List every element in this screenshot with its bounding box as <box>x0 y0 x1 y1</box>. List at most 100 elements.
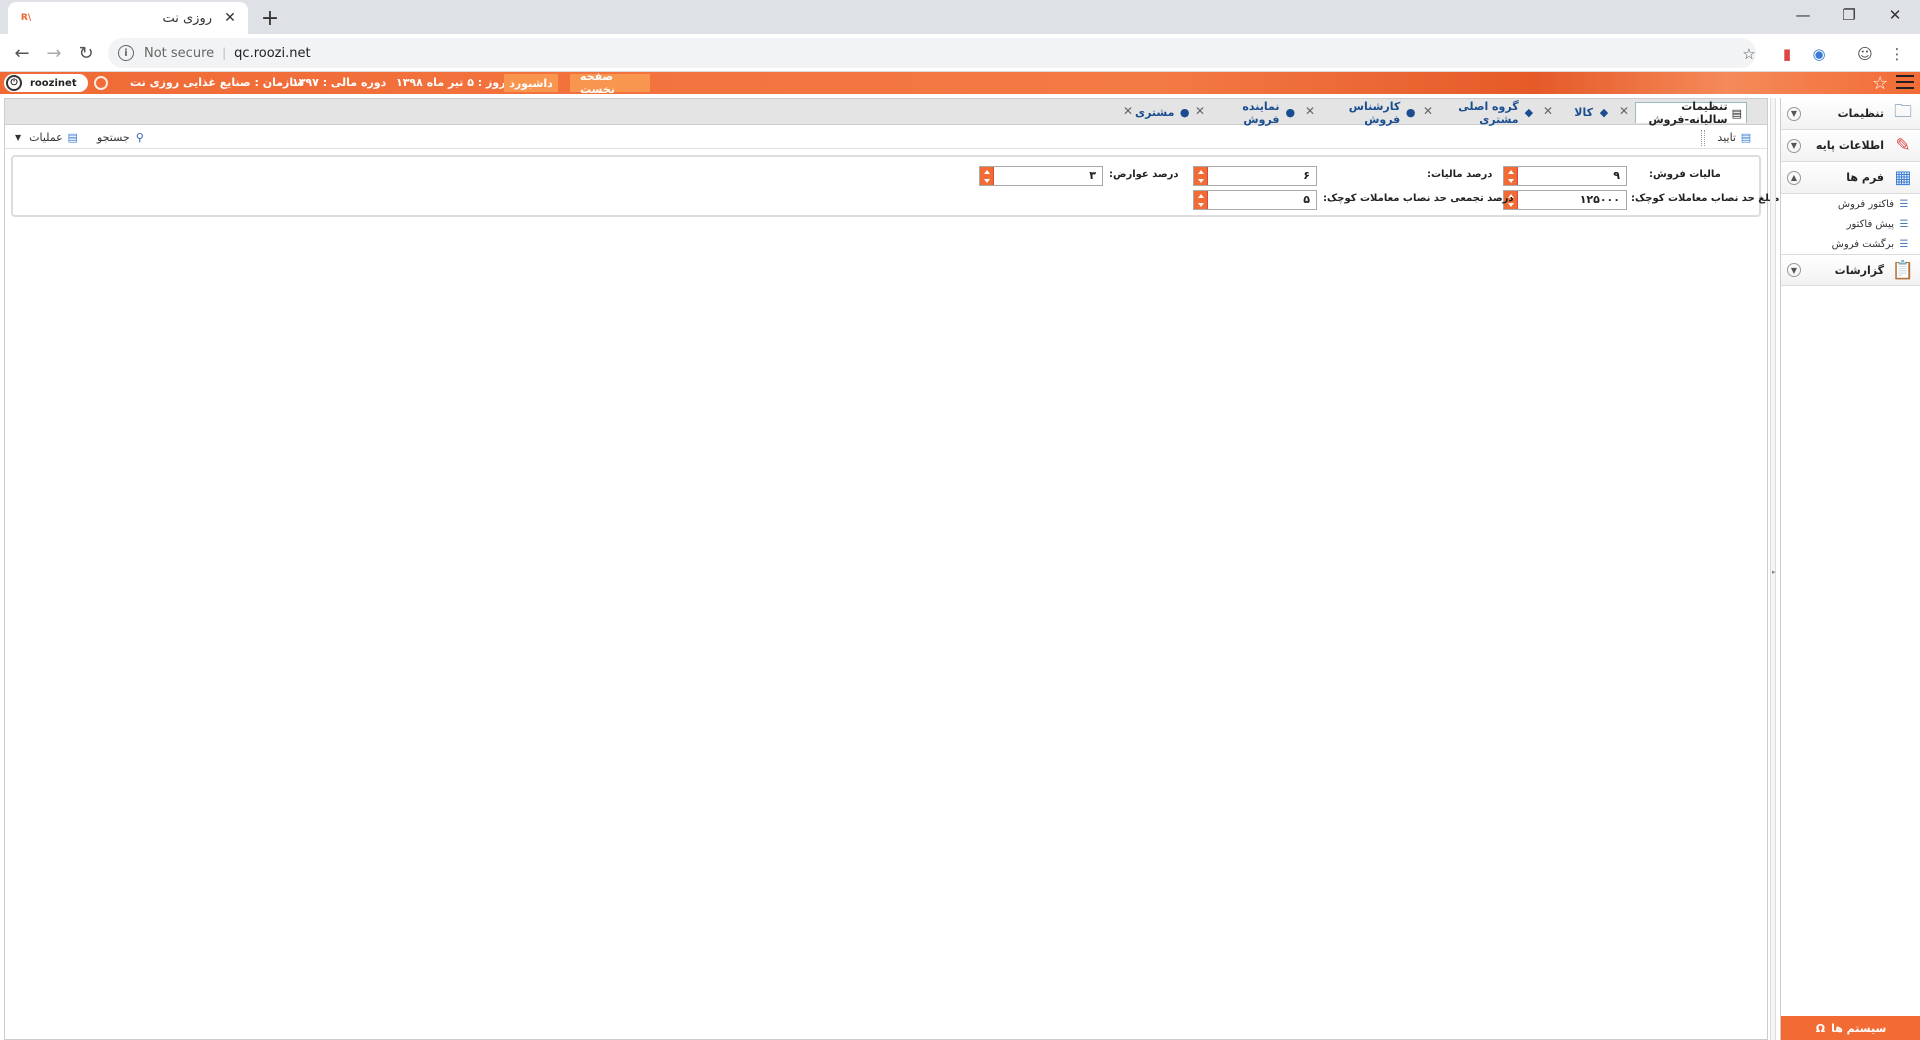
chevron-down-icon[interactable]: ▼ <box>1787 106 1801 121</box>
tax-percent-input[interactable]: ۶ <box>1193 166 1317 186</box>
sidebar-group-label: تنظیمات <box>1837 107 1884 120</box>
close-tab-icon[interactable]: ✕ <box>222 10 238 26</box>
sidebar-group-base-info[interactable]: ✎ اطلاعات پایه ▼ <box>1781 130 1920 162</box>
close-window-icon[interactable]: ✕ <box>1872 0 1918 30</box>
form-tabstrip: ▤ تنظیمات سالیانه-فروش ✕ ◆ کالا ✕ ◆ گروه… <box>5 99 1767 126</box>
close-icon[interactable]: ✕ <box>1195 104 1205 118</box>
browser-tab[interactable]: R\ روزی نت ✕ <box>8 2 248 34</box>
chrome-menu-icon[interactable]: ⋮ <box>1886 43 1908 65</box>
chevron-up-icon[interactable]: ▲ <box>1787 170 1801 185</box>
bookmark-star-icon[interactable]: ☆ <box>1738 43 1760 65</box>
table-icon: ▦ <box>1894 167 1912 188</box>
small-threshold-amount-input[interactable]: ۱۲۵۰۰۰ <box>1503 190 1627 210</box>
forward-icon[interactable]: → <box>40 39 68 67</box>
security-label: Not secure <box>144 45 215 61</box>
cumulative-threshold-input[interactable]: ۵ <box>1193 190 1317 210</box>
sidebar-group-label: اطلاعات پایه <box>1815 139 1884 152</box>
info-icon[interactable]: i <box>118 45 134 61</box>
gear-icon[interactable] <box>94 76 108 90</box>
logo-text: roozinet <box>30 77 77 89</box>
operations-dropdown[interactable]: ▤ عملیات ▼ <box>15 130 80 144</box>
sidebar-item-proforma-invoice[interactable]: ☰ پیش فاکتور <box>1781 214 1920 234</box>
fiscal-period-label: دوره مالی : ۱۳۹۷ <box>292 76 387 89</box>
extension-office-icon[interactable]: ▮ <box>1776 43 1798 65</box>
duties-percent-label: درصد عوارض: <box>1109 169 1179 180</box>
sidebar-item-sales-return[interactable]: ☰ برگشت فروش <box>1781 234 1920 254</box>
close-icon[interactable]: ✕ <box>1123 104 1133 118</box>
tab-label: گروه اصلی مشتری <box>1458 99 1519 126</box>
sidebar-item-label: برگشت فروش <box>1831 238 1894 250</box>
close-icon[interactable]: ✕ <box>1619 104 1629 118</box>
stepper-icon[interactable] <box>980 167 994 185</box>
sidebar-group-reports[interactable]: 📋 گزارشات ▼ <box>1781 254 1920 286</box>
url-text: qc.roozi.net <box>234 45 311 61</box>
systems-icon: Ω <box>1815 1021 1826 1035</box>
tab-sales-agent[interactable]: ● نماینده فروش <box>1205 100 1297 126</box>
browser-toolbar: ← → ↻ i Not secure | qc.roozi.net ☆ ▮ ◉ … <box>0 34 1920 72</box>
tab-goods[interactable]: ◆ کالا <box>1557 102 1611 123</box>
confirm-label: تایید <box>1717 130 1736 144</box>
sidebar-group-settings[interactable]: 🗀 تنظیمات ▼ <box>1781 98 1920 130</box>
sidebar-item-label: پیش فاکتور <box>1846 218 1894 230</box>
favorites-star-icon[interactable]: ☆ <box>1872 73 1888 94</box>
confirm-doc-icon: ▤ <box>1740 130 1752 144</box>
chevron-down-icon[interactable]: ▼ <box>1787 263 1801 277</box>
app-header: ⏻ roozinet سازمان : صنایع غذایی روزی نت … <box>0 70 1920 96</box>
toolbar-divider <box>1701 130 1705 146</box>
reload-icon[interactable]: ↻ <box>72 39 100 67</box>
close-icon[interactable]: ✕ <box>1305 104 1315 118</box>
tab-sales-expert[interactable]: ● کارشناس فروش <box>1317 99 1417 126</box>
list-icon: ☰ <box>1899 198 1909 210</box>
first-page-button[interactable]: صفحه نخست <box>570 70 650 96</box>
chevron-down-icon[interactable]: ▼ <box>1787 138 1801 153</box>
browser-tab-title: روزی نت <box>162 10 212 26</box>
small-threshold-amount-label: مبلغ حد نصاب معاملات کوچک: <box>1631 193 1780 204</box>
small-threshold-amount-value: ۱۲۵۰۰۰ <box>1579 193 1620 206</box>
sidebar-group-forms[interactable]: ▦ فرم ها ▲ <box>1781 162 1920 194</box>
sidebar-group-label: گزارشات <box>1834 263 1884 277</box>
organization-label: سازمان : صنایع غذایی روزی نت <box>130 76 305 89</box>
chevron-down-icon: ▼ <box>15 132 22 142</box>
confirm-button[interactable]: ▤ تایید <box>1717 130 1753 144</box>
power-icon[interactable]: ⏻ <box>6 75 22 91</box>
sales-tax-label: مالیات فروش: <box>1649 169 1721 180</box>
close-icon[interactable]: ✕ <box>1423 104 1433 118</box>
sidebar-item-label: فاکتور فروش <box>1837 198 1894 210</box>
new-tab-button[interactable]: + <box>256 4 284 32</box>
search-button[interactable]: ⚲ جستجو <box>97 130 147 144</box>
extension-account-icon[interactable]: ◉ <box>1808 43 1830 65</box>
tab-customer[interactable]: ● مشتری <box>1135 102 1191 123</box>
splitter-handle-icon[interactable]: ▸ <box>1772 568 1776 576</box>
sidebar-item-sales-invoice[interactable]: ☰ فاکتور فروش <box>1781 194 1920 214</box>
cumulative-threshold-value: ۵ <box>1303 193 1310 206</box>
user-icon: ● <box>1285 106 1296 119</box>
sidebar-group-label: فرم ها <box>1846 171 1884 184</box>
operations-label: عملیات <box>29 130 63 144</box>
systems-button[interactable]: سیستم ها Ω <box>1781 1016 1920 1040</box>
pencil-icon: ✎ <box>1895 135 1911 156</box>
minimize-icon[interactable]: — <box>1780 0 1826 30</box>
tab-main-customer-group[interactable]: ◆ گروه اصلی مشتری <box>1427 99 1535 126</box>
address-bar[interactable]: i Not secure | qc.roozi.net <box>108 38 1756 68</box>
restore-icon[interactable]: ❐ <box>1826 0 1872 30</box>
tab-annual-sales-settings[interactable]: ▤ تنظیمات سالیانه-فروش <box>1635 100 1747 126</box>
panel-splitter[interactable]: ▸ <box>1770 98 1776 1040</box>
duties-percent-input[interactable]: ۳ <box>979 166 1103 186</box>
roozinet-logo[interactable]: ⏻ roozinet <box>4 74 88 92</box>
close-icon[interactable]: ✕ <box>1543 104 1553 118</box>
folder-settings-icon: 🗀 <box>1894 100 1912 122</box>
hamburger-menu-icon[interactable] <box>1896 75 1914 91</box>
goods-icon: ◆ <box>1599 106 1609 119</box>
back-icon[interactable]: ← <box>8 39 36 67</box>
stepper-icon[interactable] <box>1504 167 1518 185</box>
operations-icon: ▤ <box>67 130 78 144</box>
list-icon: ☰ <box>1899 218 1909 230</box>
profile-avatar-icon[interactable]: ☺ <box>1854 43 1876 65</box>
user-icon: ● <box>1179 106 1190 119</box>
stepper-icon[interactable] <box>1194 167 1208 185</box>
sales-tax-input[interactable]: ۹ <box>1503 166 1627 186</box>
search-icon: ⚲ <box>135 130 144 144</box>
stepper-icon[interactable] <box>1194 191 1208 209</box>
tab-label: کارشناس فروش <box>1348 99 1401 126</box>
dashboard-button[interactable]: داشبورد <box>504 74 558 92</box>
